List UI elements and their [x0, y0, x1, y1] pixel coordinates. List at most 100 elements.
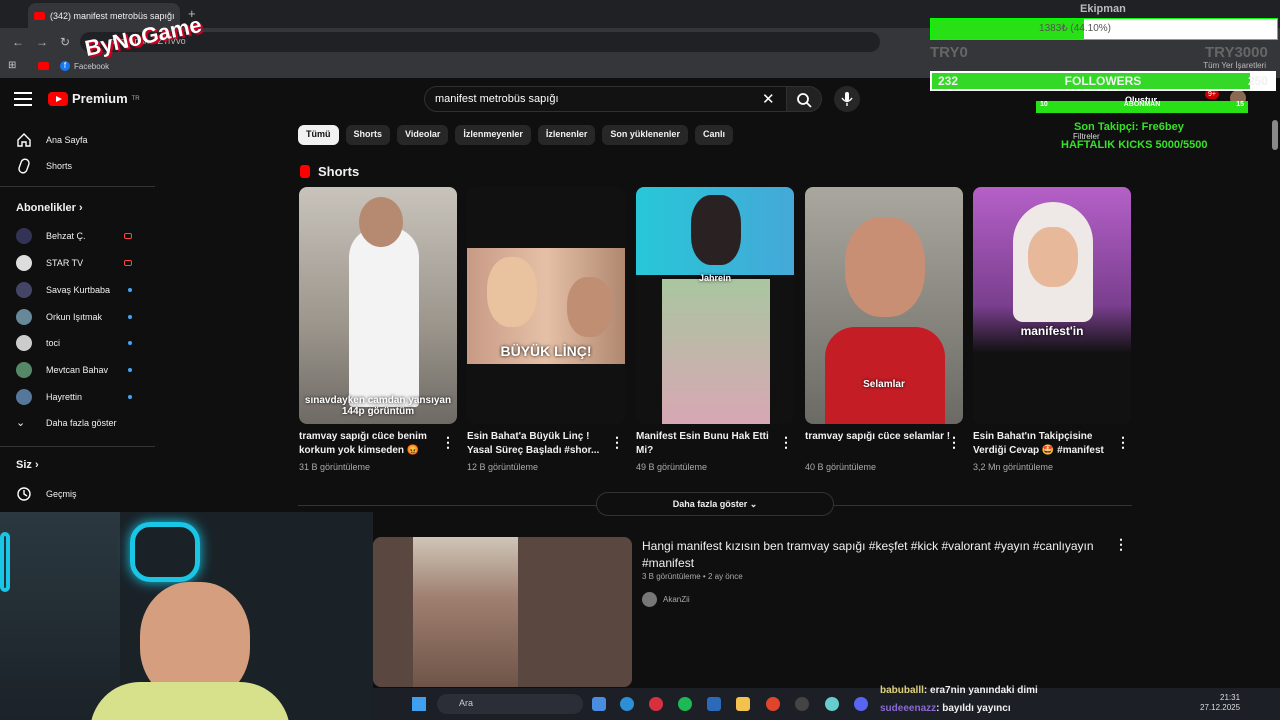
search-button[interactable]: [786, 86, 822, 112]
sidebar-item-sub[interactable]: Behzat Ç.: [16, 228, 86, 244]
short-title[interactable]: tramvay sapığı cüce selamlar !: [805, 430, 953, 444]
chip-shorts[interactable]: Shorts: [345, 125, 391, 145]
goal-min: TRY0: [930, 44, 968, 61]
webcam-overlay: [0, 512, 373, 720]
video-title[interactable]: Hangi manifest kızısın ben tramvay sapığ…: [642, 538, 1112, 572]
notification-badge[interactable]: 9+: [1205, 90, 1219, 99]
short-thumbnail[interactable]: BÜYÜK LİNÇ!: [467, 187, 625, 424]
search-icon: [797, 93, 812, 108]
clear-search-icon[interactable]: ✕: [762, 90, 775, 108]
more-options-icon[interactable]: ⋮: [1114, 536, 1128, 553]
more-options-icon[interactable]: ⋮: [1116, 434, 1130, 451]
app-icon[interactable]: [795, 697, 809, 711]
logo-country: TR: [131, 95, 140, 102]
chip-watched[interactable]: İzlenenler: [537, 125, 596, 145]
copilot-icon[interactable]: [592, 697, 606, 711]
followers-bar: 232 FOLLOWERS 250: [930, 71, 1276, 91]
show-more-button[interactable]: Daha fazla göster ⌄: [596, 492, 834, 516]
sidebar-item-sub[interactable]: Savaş Kurtbaba: [16, 282, 110, 298]
youtube-logo[interactable]: Premium TR: [48, 91, 140, 106]
shorts-heading: Shorts: [300, 164, 359, 179]
short-thumbnail[interactable]: Selamlar: [805, 187, 963, 424]
chevron-down-icon: ⌄: [749, 499, 758, 509]
goal-max: TRY3000: [1205, 44, 1268, 61]
live-icon: [124, 260, 132, 266]
new-content-dot: [128, 315, 132, 319]
chat-overlay: babuballl: era7nin yanındaki dimi sudeee…: [880, 682, 1038, 718]
short-views: 40 B görüntüleme: [805, 462, 877, 472]
short-views: 31 B görüntüleme: [299, 462, 371, 472]
folder-icon[interactable]: [736, 697, 750, 711]
voice-search-button[interactable]: [834, 86, 860, 112]
forward-icon[interactable]: →: [36, 35, 48, 49]
more-options-icon[interactable]: ⋮: [441, 434, 455, 451]
channel-avatar: [16, 335, 32, 351]
bookmark-youtube-icon[interactable]: [38, 62, 49, 70]
sidebar: Ana Sayfa Shorts Abonelikler › Behzat Ç.…: [0, 120, 155, 520]
channel-avatar: [16, 389, 32, 405]
goal-text: 1383₺ (44.10%): [1039, 23, 1111, 34]
taskbar-clock[interactable]: 21:31 27.12.2025: [1200, 693, 1240, 713]
short-title[interactable]: tramvay sapığı cüce benim korkum yok kim…: [299, 430, 447, 458]
chip-live[interactable]: Canlı: [694, 125, 733, 145]
more-options-icon[interactable]: ⋮: [947, 434, 961, 451]
more-options-icon[interactable]: ⋮: [610, 434, 624, 451]
media-icon[interactable]: [649, 697, 663, 711]
live-icon: [124, 233, 132, 239]
more-options-icon[interactable]: ⋮: [779, 434, 793, 451]
chip-recent[interactable]: Son yüklenenler: [602, 125, 688, 145]
short-title[interactable]: Esin Bahat'a Büyük Linç ! Yasal Süreç Ba…: [467, 430, 615, 458]
short-overlay-text: Jahrein: [698, 273, 731, 283]
discord-icon[interactable]: [854, 697, 868, 711]
short-overlay-text: Selamlar: [863, 379, 905, 390]
subscriptions-heading[interactable]: Abonelikler ›: [16, 202, 83, 214]
chrome-icon[interactable]: [766, 697, 780, 711]
windows-start-icon[interactable]: [412, 697, 426, 711]
sidebar-item-shorts[interactable]: Shorts: [16, 158, 72, 174]
sidebar-item-sub[interactable]: Orkun Işıtmak: [16, 309, 102, 325]
apps-grid-icon[interactable]: ⊞: [8, 60, 16, 71]
sidebar-item-sub[interactable]: Mevtcan Bahav: [16, 362, 108, 378]
bookmark-facebook-label[interactable]: Facebook: [74, 62, 109, 71]
store-icon[interactable]: [707, 697, 721, 711]
sidebar-item-label: Ana Sayfa: [46, 135, 88, 145]
you-heading[interactable]: Siz ›: [16, 459, 39, 471]
chip-unwatched[interactable]: İzlenmeyenler: [455, 125, 531, 145]
short-thumbnail[interactable]: Jahrein: [636, 187, 794, 424]
reload-icon[interactable]: ↻: [60, 35, 70, 49]
channel-avatar: [16, 309, 32, 325]
app-icon[interactable]: [825, 697, 839, 711]
menu-icon[interactable]: [14, 92, 32, 106]
edge-icon[interactable]: [620, 697, 634, 711]
taskbar-search[interactable]: Ara: [437, 694, 583, 714]
sidebar-item-home[interactable]: Ana Sayfa: [16, 132, 88, 148]
chip-videos[interactable]: Videolar: [397, 125, 449, 145]
sidebar-show-more[interactable]: ⌄ Daha fazla göster: [16, 416, 117, 429]
spotify-icon[interactable]: [678, 697, 692, 711]
all-bookmarks[interactable]: Tüm Yer İşaretleri: [1203, 61, 1266, 70]
short-title[interactable]: Esin Bahat'ın Takipçisine Verdiği Cevap …: [973, 430, 1121, 458]
overlay-team-label: Ekipman: [1080, 3, 1126, 15]
scrollbar-thumb[interactable]: [1272, 120, 1278, 150]
youtube-favicon-icon: [34, 11, 45, 20]
video-channel[interactable]: AkanZii: [642, 592, 690, 607]
sidebar-item-label: Shorts: [46, 161, 73, 171]
channel-avatar: [16, 228, 32, 244]
new-content-dot: [128, 368, 132, 372]
search-input[interactable]: manifest metrobüs sapığı: [424, 86, 787, 112]
video-thumbnail[interactable]: [373, 537, 632, 687]
back-icon[interactable]: ←: [12, 35, 24, 49]
sidebar-item-history[interactable]: Geçmiş: [16, 486, 77, 502]
short-overlay-text: sınavdayken camdan yansıyan 144p görüntü…: [304, 395, 452, 417]
short-title[interactable]: Manifest Esin Bunu Hak Etti Mi?: [636, 430, 784, 458]
channel-avatar: [16, 362, 32, 378]
channel-avatar: [642, 592, 657, 607]
sidebar-item-sub[interactable]: STAR TV: [16, 255, 83, 271]
chip-all[interactable]: Tümü: [298, 125, 339, 145]
youtube-play-icon: [48, 91, 68, 106]
sidebar-item-sub[interactable]: Hayrettin: [16, 389, 82, 405]
short-thumbnail[interactable]: sınavdayken camdan yansıyan 144p görüntü…: [299, 187, 457, 424]
bookmark-facebook-icon[interactable]: f: [60, 61, 70, 71]
short-thumbnail[interactable]: manifest'in: [973, 187, 1131, 424]
sidebar-item-sub[interactable]: toci: [16, 335, 60, 351]
